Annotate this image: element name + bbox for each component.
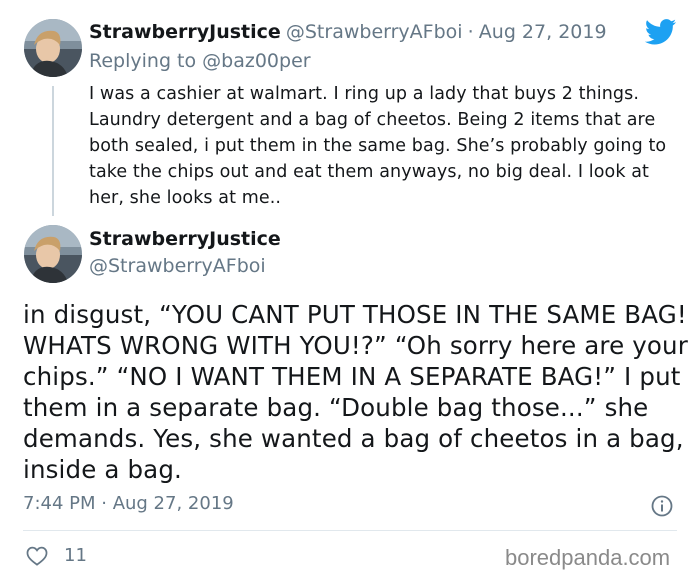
display-name[interactable]: StrawberryJustice xyxy=(89,21,281,43)
user-handle[interactable]: @StrawberryAFboi xyxy=(286,21,463,43)
display-name[interactable]: StrawberryJustice xyxy=(89,228,281,250)
tweet-timestamp[interactable]: 7:44 PM · Aug 27, 2019 xyxy=(23,493,234,514)
avatar[interactable] xyxy=(24,19,82,77)
divider xyxy=(23,530,677,531)
like-count: 11 xyxy=(64,545,87,566)
reply-tweet-header: StrawberryJustice @StrawberryAFboi · Aug… xyxy=(89,21,607,43)
user-handle[interactable]: @StrawberryAFboi xyxy=(89,255,266,277)
avatar[interactable] xyxy=(24,225,82,283)
separator: · xyxy=(467,21,474,43)
thread-connector-line xyxy=(52,86,54,216)
watermark: boredpanda.com xyxy=(505,545,671,570)
reply-tweet-text: I was a cashier at walmart. I ring up a … xyxy=(89,84,667,208)
tweet-date[interactable]: Aug 27, 2019 xyxy=(479,21,607,43)
main-tweet-text: in disgust, “YOU CANT PUT THOSE IN THE S… xyxy=(23,300,688,484)
twitter-bird-icon[interactable] xyxy=(645,19,677,45)
replying-to-label[interactable]: Replying to @baz00per xyxy=(89,50,311,72)
heart-icon[interactable] xyxy=(26,546,48,566)
info-icon[interactable] xyxy=(651,495,673,517)
